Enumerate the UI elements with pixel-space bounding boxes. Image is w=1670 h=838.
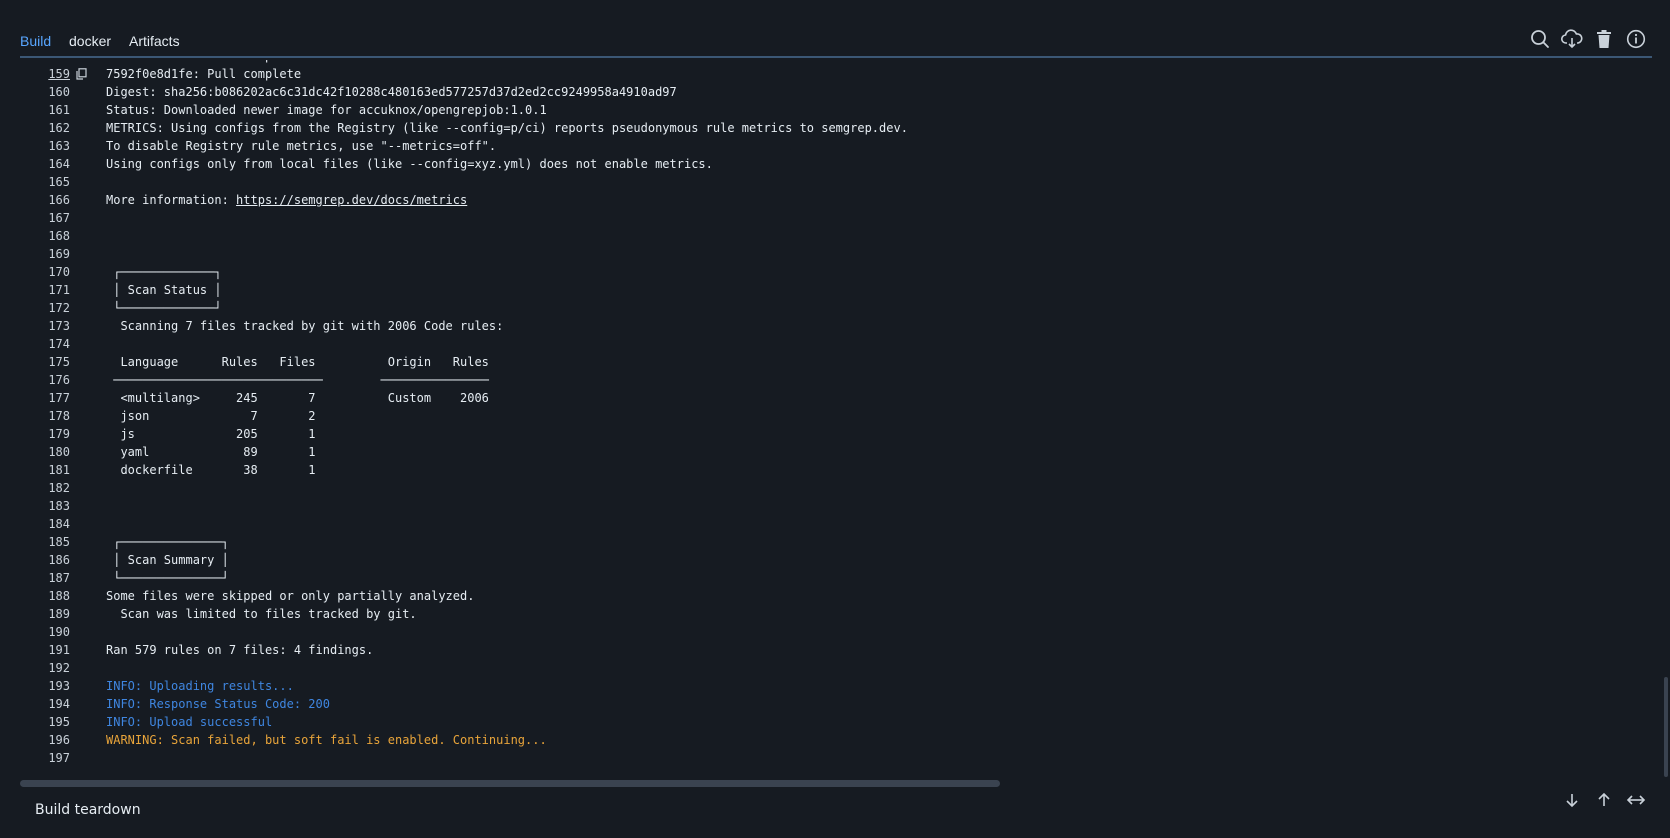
vertical-scrollbar[interactable]: [1664, 677, 1668, 777]
line-number[interactable]: 160: [20, 83, 70, 101]
line-number[interactable]: 159: [20, 65, 70, 83]
line-text: METRICS: Using configs from the Registry…: [106, 121, 908, 135]
expand-horizontal-icon[interactable]: [1624, 788, 1648, 812]
line-text: INFO: Upload successful: [106, 715, 273, 729]
line-text: 7592f0e8d1fe: Pull complete: [106, 67, 302, 81]
line-text: To disable Registry rule metrics, use "-…: [106, 139, 497, 153]
line-number[interactable]: 171: [20, 281, 70, 299]
line-number[interactable]: 197: [20, 749, 70, 767]
line-number[interactable]: 192: [20, 659, 70, 677]
line-text: ┌──────────────┐: [106, 535, 229, 549]
info-icon[interactable]: [1624, 27, 1648, 51]
line-text: └──────────────┘: [106, 571, 229, 585]
line-text: WARNING: Scan failed, but soft fail is e…: [106, 733, 547, 747]
line-number[interactable]: 163: [20, 137, 70, 155]
step-build-teardown[interactable]: Build teardown: [35, 802, 141, 818]
metrics-link[interactable]: https://semgrep.dev/docs/metrics: [236, 193, 467, 207]
line-number[interactable]: 173: [20, 317, 70, 335]
line-text: <multilang> 245 7 Custom 2006: [106, 391, 489, 405]
horizontal-scrollbar[interactable]: [20, 780, 1000, 787]
line-text: Ran 579 rules on 7 files: 4 findings.: [106, 643, 374, 657]
line-number[interactable]: 183: [20, 497, 70, 515]
line-number[interactable]: 176: [20, 371, 70, 389]
line-text: Some files were skipped or only partiall…: [106, 589, 475, 603]
line-text: dockerfile 38 1: [106, 463, 316, 477]
line-text: INFO: Uploading results...: [106, 679, 294, 693]
line-number[interactable]: 177: [20, 389, 70, 407]
line-number[interactable]: 161: [20, 101, 70, 119]
arrow-down-icon[interactable]: [1560, 788, 1584, 812]
line-text: INFO: Response Status Code: 200: [106, 697, 330, 711]
tab-bar: Build docker Artifacts: [20, 0, 1652, 58]
line-number[interactable]: 181: [20, 461, 70, 479]
line-text: │ Scan Status │: [106, 283, 222, 297]
line-text: yaml 89 1: [106, 445, 316, 459]
line-number[interactable]: 168: [20, 227, 70, 245]
line-number[interactable]: 193: [20, 677, 70, 695]
line-number[interactable]: 162: [20, 119, 70, 137]
line-number[interactable]: 178: [20, 407, 70, 425]
line-number[interactable]: 184: [20, 515, 70, 533]
line-number[interactable]: 189: [20, 605, 70, 623]
line-text: Digest: sha256:b086202ac6c31dc42f10288c4…: [106, 85, 677, 99]
tab-build[interactable]: Build: [20, 32, 51, 50]
line-text: ───────────────────────────── ──────────…: [106, 373, 489, 387]
line-number[interactable]: 174: [20, 335, 70, 353]
line-text: │ Scan Summary │: [106, 553, 229, 567]
line-number[interactable]: 186: [20, 551, 70, 569]
line-number[interactable]: 166: [20, 191, 70, 209]
line-number[interactable]: 196: [20, 731, 70, 749]
line-number[interactable]: 185: [20, 533, 70, 551]
line-number[interactable]: 187: [20, 569, 70, 587]
copy-icon[interactable]: [76, 68, 87, 80]
line-number[interactable]: 164: [20, 155, 70, 173]
line-text: Scanning 7 files tracked by git with 200…: [106, 319, 504, 333]
line-number[interactable]: 191: [20, 641, 70, 659]
cloud-download-icon[interactable]: [1560, 27, 1584, 51]
line-number[interactable]: 179: [20, 425, 70, 443]
line-number[interactable]: 169: [20, 245, 70, 263]
line-text: Language Rules Files Origin Rules: [106, 355, 489, 369]
line-text: Status: Downloaded newer image for accuk…: [106, 103, 547, 117]
line-text: Using configs only from local files (lik…: [106, 157, 713, 171]
line-number[interactable]: 172: [20, 299, 70, 317]
line-number[interactable]: 165: [20, 173, 70, 191]
line-number[interactable]: 182: [20, 479, 70, 497]
line-text: json 7 2: [106, 409, 316, 423]
line-text: ┌─────────────┐: [106, 265, 222, 279]
line-number[interactable]: 190: [20, 623, 70, 641]
line-number[interactable]: 170: [20, 263, 70, 281]
line-text: js 205 1: [106, 427, 316, 441]
line-number[interactable]: 188: [20, 587, 70, 605]
line-text: More information: https://semgrep.dev/do…: [106, 193, 468, 207]
line-text: └─────────────┘: [106, 301, 222, 315]
line-number[interactable]: 175: [20, 353, 70, 371]
tab-docker[interactable]: docker: [69, 32, 111, 50]
line-number[interactable]: 194: [20, 695, 70, 713]
line-number[interactable]: 180: [20, 443, 70, 461]
line-number[interactable]: 167: [20, 209, 70, 227]
tab-artifacts[interactable]: Artifacts: [129, 32, 180, 50]
arrow-up-icon[interactable]: [1592, 788, 1616, 812]
log-output[interactable]: 1586290cdd0c032: Pull complete1597592f0e…: [20, 60, 1660, 780]
line-text: Scan was limited to files tracked by git…: [106, 607, 417, 621]
search-icon[interactable]: [1528, 27, 1552, 51]
line-number[interactable]: 195: [20, 713, 70, 731]
trash-icon[interactable]: [1592, 27, 1616, 51]
